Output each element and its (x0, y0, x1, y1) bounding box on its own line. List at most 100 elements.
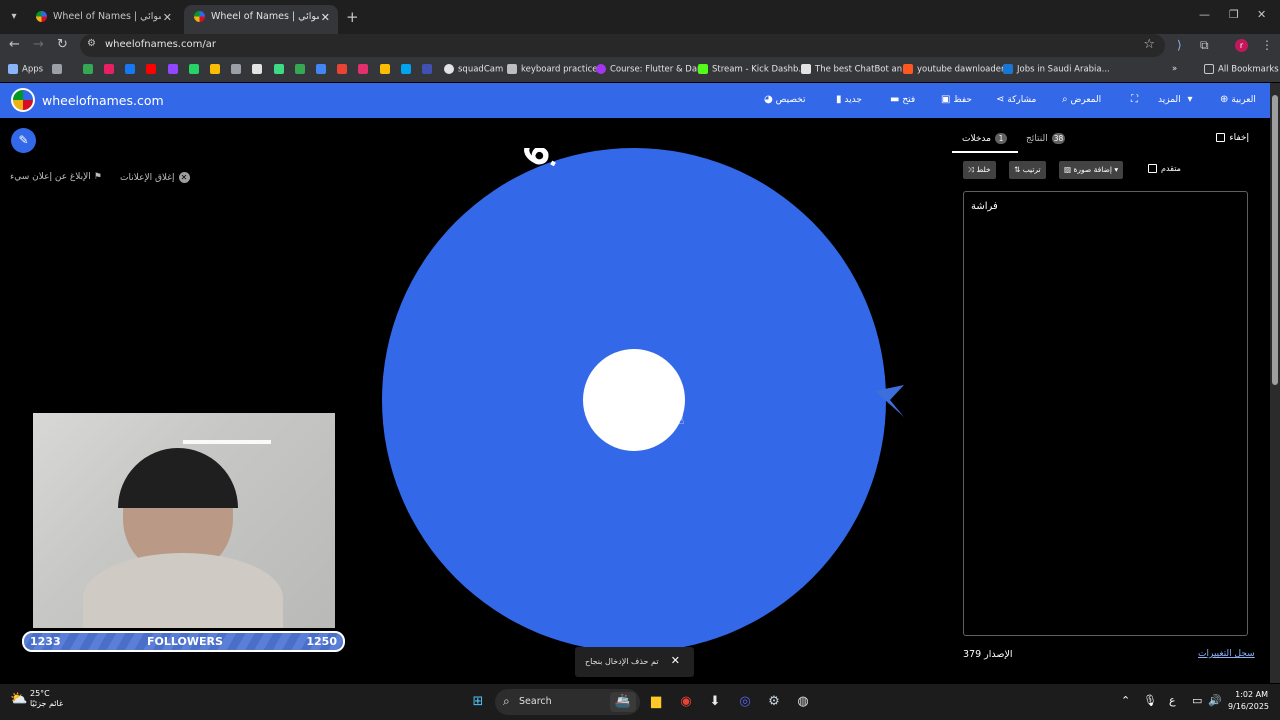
tab-search-button[interactable]: ▾ (6, 9, 22, 25)
bookmark-photos[interactable] (380, 64, 394, 75)
steam-icon[interactable]: ⚙ (764, 692, 784, 712)
back-icon[interactable]: ← (9, 37, 20, 52)
weather-widget[interactable]: ⛅ 25°C غائم جزئيًا (10, 689, 63, 709)
bookmark-drive-2[interactable] (295, 64, 309, 75)
site-info-icon[interactable]: ⚙ (87, 38, 96, 49)
bookmarks-overflow-icon[interactable]: » (1172, 64, 1177, 74)
bookmark-facebook[interactable] (125, 64, 139, 75)
bookmark-instagram[interactable] (358, 64, 372, 75)
entries-textarea[interactable]: فراشة (963, 191, 1248, 636)
forward-icon[interactable]: → (33, 37, 44, 52)
windows-start-icon[interactable]: ⊞ (468, 692, 488, 712)
hide-checkbox[interactable]: إخفاء (1216, 133, 1249, 143)
google-drive-icon (295, 64, 305, 74)
new-tab-icon[interactable]: + (346, 8, 359, 26)
bookmark-github[interactable] (252, 64, 266, 75)
tab-entries[interactable]: مدخلات 1 (952, 128, 1018, 153)
edit-pencil-button[interactable]: ✎ (11, 128, 36, 153)
tab-results[interactable]: النتائج 38 (1026, 133, 1066, 144)
checkbox-icon (1216, 133, 1226, 142)
microphone-icon[interactable]: 🎙 (1143, 694, 1157, 707)
tray-chevron-up-icon[interactable]: ⌃ (1121, 694, 1130, 707)
bookmark-icon-2[interactable] (104, 64, 118, 75)
bookmark-keyboard[interactable]: keyboard practice (507, 64, 598, 75)
bookmark-jobs[interactable]: Jobs in Saudi Arabia... (1003, 64, 1110, 75)
browser-tab-1[interactable]: Wheel of Names | سم العشوائي ✕ (26, 5, 180, 34)
extension-icon[interactable]: ⟩ (1177, 38, 1182, 52)
tab-entries-label: مدخلات (962, 134, 991, 144)
network-icon[interactable]: ▭ (1192, 694, 1202, 707)
bookmark-chatbot[interactable]: The best ChatBot an... (801, 64, 910, 75)
wheel[interactable]: فراشة ☝ (380, 148, 910, 653)
nav-new[interactable]: ▮ جديد (832, 94, 862, 105)
browser-tab-2[interactable]: Wheel of Names | سم العشوائي ✕ (184, 5, 338, 34)
browser-tab-bar: ▾ Wheel of Names | سم العشوائي ✕ Wheel o… (0, 0, 1280, 34)
wheel-center-hub[interactable] (583, 349, 685, 451)
profile-avatar[interactable]: r (1235, 39, 1248, 52)
nav-label: العربية (1231, 95, 1256, 105)
discord-icon[interactable]: ◎ (735, 692, 755, 712)
close-window-icon[interactable]: ✕ (1257, 8, 1266, 21)
all-bookmarks[interactable]: All Bookmarks (1204, 64, 1279, 75)
file-explorer-icon[interactable]: ▆ (646, 692, 666, 712)
bookmark-forms[interactable] (422, 64, 436, 75)
minimize-icon[interactable]: — (1199, 8, 1210, 21)
site-logo-icon[interactable] (11, 88, 35, 112)
input-language[interactable]: ع (1169, 694, 1176, 707)
search-highlight-icon[interactable]: 🚢 (610, 692, 636, 712)
restore-icon[interactable]: ❐ (1229, 8, 1239, 21)
chrome-icon[interactable]: ◉ (676, 692, 696, 712)
close-tab-icon[interactable]: ✕ (321, 11, 330, 24)
bookmark-whatsapp[interactable] (189, 64, 203, 75)
nav-share[interactable]: ⋖ مشاركة (992, 94, 1036, 105)
nav-more[interactable]: المزيد ▾ (1158, 94, 1193, 105)
page-scrollbar[interactable] (1270, 83, 1280, 683)
tab-results-label: النتائج (1026, 134, 1048, 144)
report-ad-link[interactable]: الإبلاغ عن إعلان سيء ⚑ (10, 172, 102, 182)
close-toast-icon[interactable]: ✕ (671, 654, 680, 667)
bookmark-course[interactable]: Course: Flutter & Dart (596, 64, 704, 75)
nav-language[interactable]: ⊕ العربية (1216, 94, 1256, 105)
nav-fullscreen[interactable]: ⛶ (1127, 94, 1138, 105)
bookmark-microsoft[interactable] (401, 64, 415, 75)
bookmark-icon-1[interactable] (83, 64, 97, 75)
nav-save[interactable]: ▣ حفظ (937, 94, 972, 105)
app-icon[interactable]: ⬇ (705, 692, 725, 712)
volume-icon[interactable]: 🔊 (1208, 694, 1222, 707)
bookmark-drive[interactable] (210, 64, 224, 75)
scrollbar-thumb[interactable] (1272, 95, 1278, 385)
bookmark-chatgpt[interactable] (231, 64, 245, 75)
sort-button[interactable]: ⇅ ترتيب (1009, 161, 1046, 179)
nav-customize[interactable]: ◕ تخصيص (760, 94, 805, 105)
reload-icon[interactable]: ↻ (57, 37, 68, 52)
bookmark-youtube[interactable] (146, 64, 160, 75)
close-tab-icon[interactable]: ✕ (163, 11, 172, 24)
add-image-button[interactable]: ▨ إضافة صورة ▾ (1059, 161, 1124, 179)
menu-kebab-icon[interactable]: ⋮ (1261, 38, 1273, 52)
nav-gallery[interactable]: ⌕ المعرض (1058, 94, 1101, 105)
weather-label: غائم جزئيًا (29, 699, 64, 708)
bookmark-translate[interactable] (316, 64, 330, 75)
shuffle-button[interactable]: ⤨ خلط (963, 161, 996, 179)
bookmark-maps[interactable] (337, 64, 351, 75)
temperature: 25°C (29, 689, 50, 698)
obs-icon[interactable]: ◍ (793, 692, 813, 712)
bookmark-downloader[interactable]: youtube dawnloader (903, 64, 1005, 75)
extensions-puzzle-icon[interactable]: ⧉ (1200, 38, 1209, 53)
bookmark-kick[interactable]: Stream - Kick Dashb... (698, 64, 807, 75)
bookmark-android[interactable] (274, 64, 288, 75)
bookmark-twitch[interactable] (168, 64, 182, 75)
close-ads-link[interactable]: إغلاق الإعلانات ✕ (120, 172, 190, 183)
close-circle-icon: ✕ (178, 172, 190, 183)
bookmark-squadcam[interactable]: squadCam (444, 64, 503, 75)
bookmark-grid[interactable] (52, 64, 66, 75)
clock[interactable]: 1:02 AM 9/16/2025 (1228, 689, 1269, 713)
bookmark-label: Jobs in Saudi Arabia... (1017, 64, 1110, 75)
site-title[interactable]: wheelofnames.com (42, 93, 164, 108)
changelog-link[interactable]: سجل التغييرات (1198, 649, 1255, 659)
bookmark-apps[interactable]: Apps (8, 64, 43, 75)
advanced-checkbox[interactable]: متقدم (1148, 164, 1181, 173)
bookmark-star-icon[interactable]: ☆ (1143, 37, 1155, 52)
address-bar[interactable]: ⚙ wheelofnames.com/ar ☆ (80, 34, 1165, 57)
nav-open[interactable]: ▬ فتح (886, 94, 915, 105)
